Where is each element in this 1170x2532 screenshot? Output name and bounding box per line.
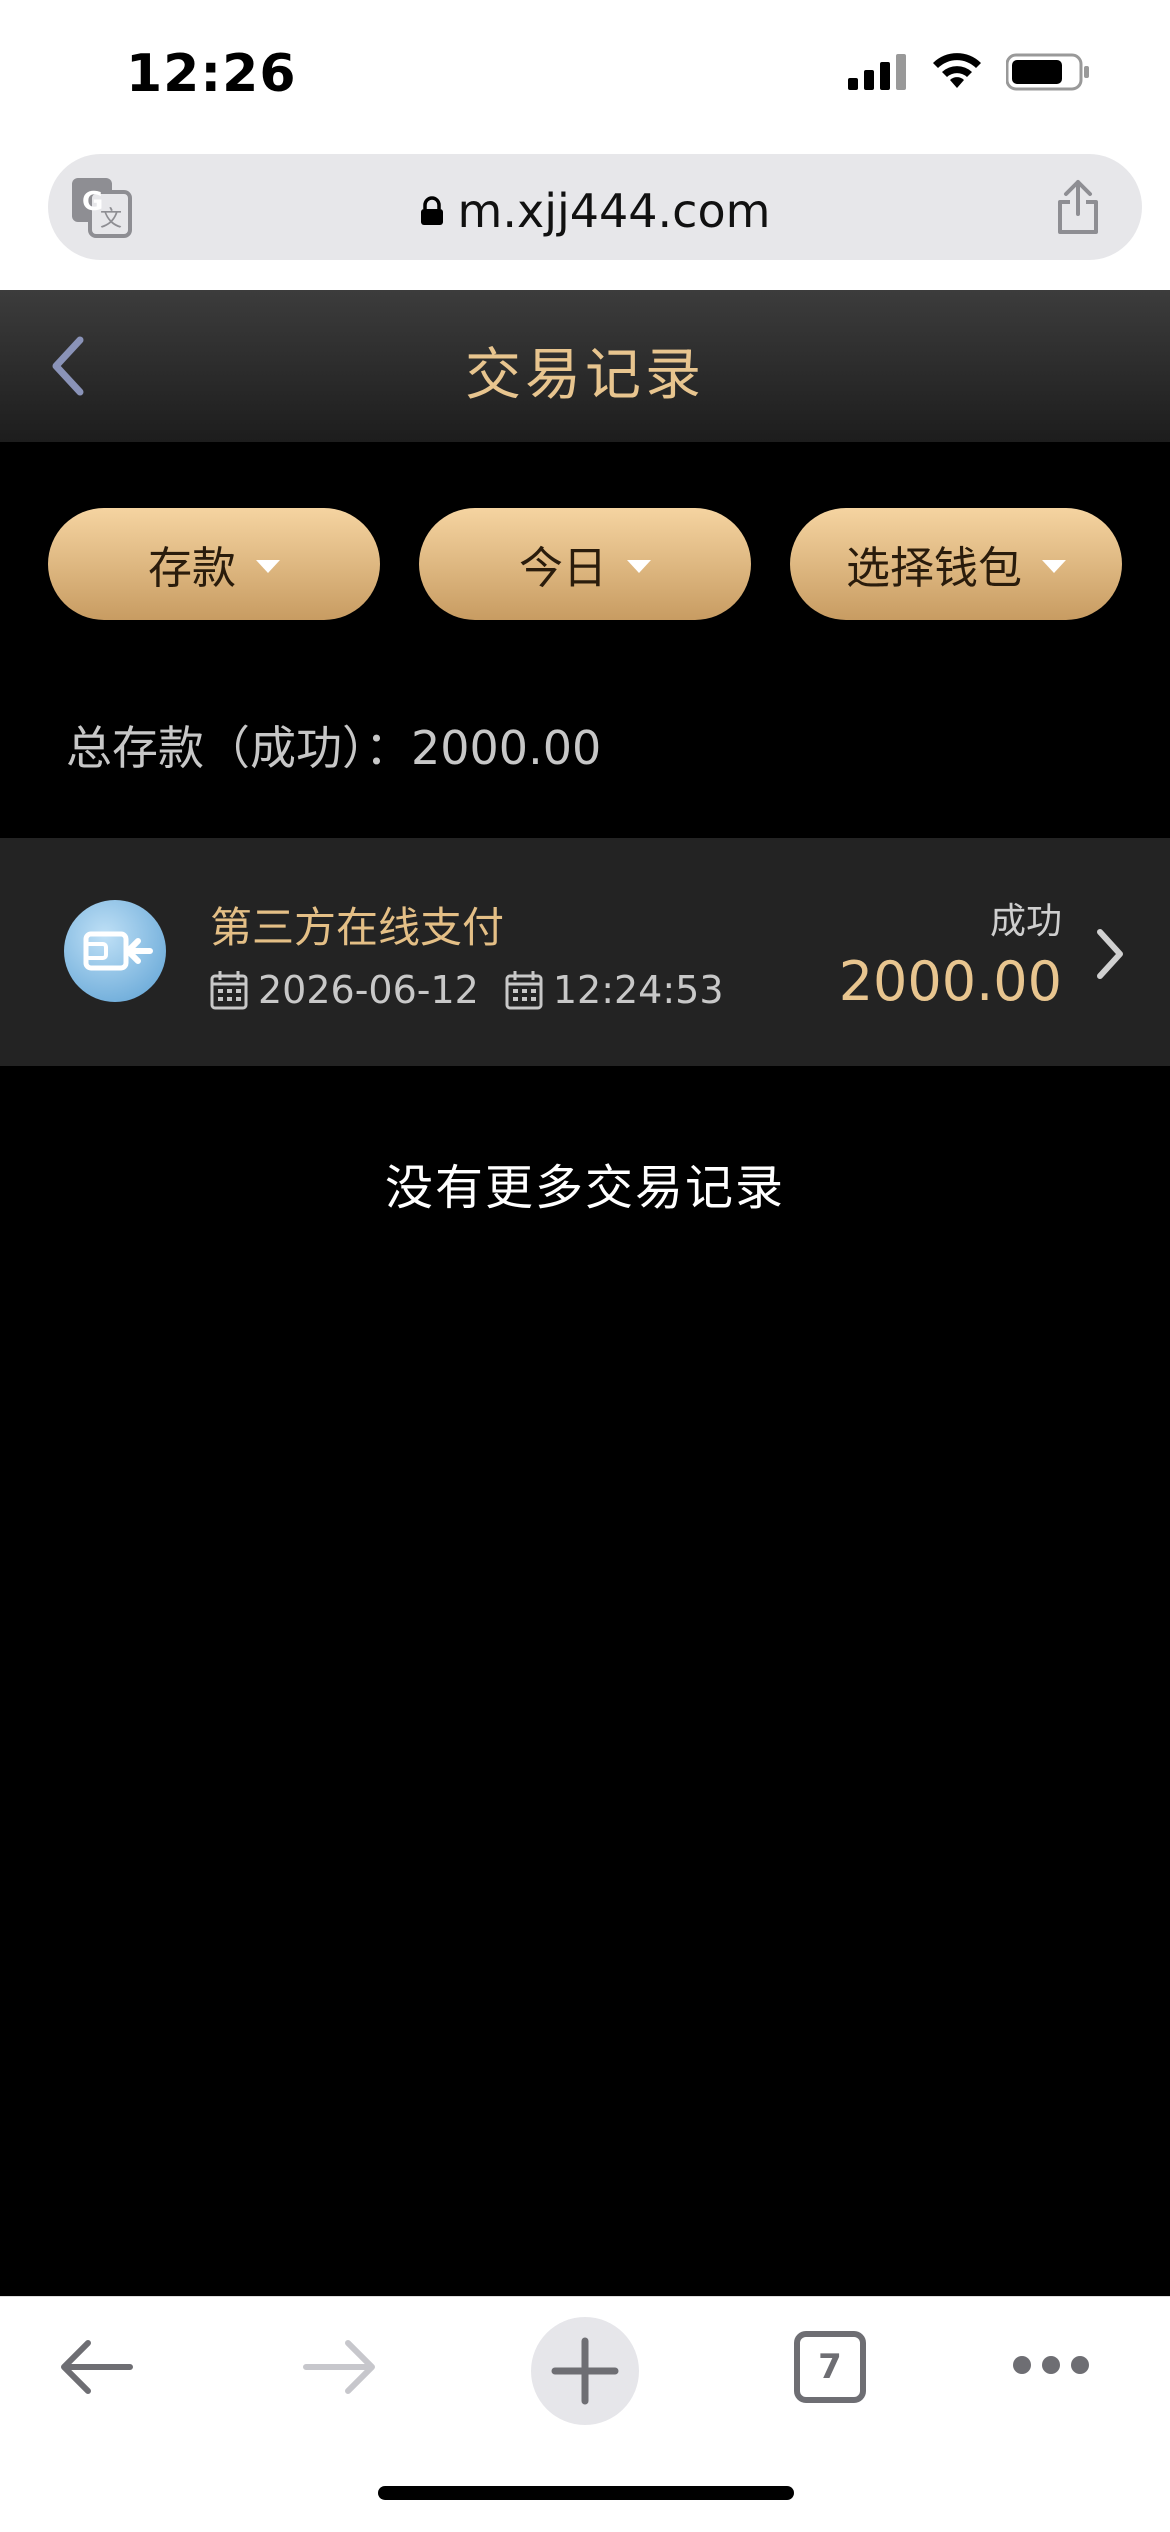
browser-forward-icon[interactable] xyxy=(302,2337,378,2397)
filter-wallet-label: 选择钱包 xyxy=(846,543,1022,594)
tab-switcher-button[interactable]: 7 xyxy=(794,2331,866,2403)
calendar-icon xyxy=(210,971,248,1010)
transaction-status: 成功 xyxy=(989,901,1062,942)
wallet-transfer-icon xyxy=(83,931,153,971)
filter-type-dropdown[interactable]: 存款 xyxy=(48,508,380,620)
filter-type-label: 存款 xyxy=(148,543,236,594)
wifi-icon xyxy=(933,53,981,88)
filter-date-dropdown[interactable]: 今日 xyxy=(419,508,751,620)
calendar-icon xyxy=(505,971,543,1010)
transaction-time: 12:24:53 xyxy=(552,968,724,1012)
cellular-signal-icon xyxy=(848,54,906,90)
chevron-right-icon xyxy=(1097,929,1123,979)
status-time: 12:26 xyxy=(126,44,297,104)
no-more-records-text: 没有更多交易记录 xyxy=(384,1160,785,1216)
deposit-summary: 总存款（成功）：2000.00 xyxy=(66,721,602,775)
plus-icon xyxy=(551,2337,619,2405)
browser-back-icon[interactable] xyxy=(58,2337,134,2397)
url-display[interactable]: m.xjj444.com xyxy=(48,184,1142,238)
tab-count: 7 xyxy=(818,2347,842,2387)
home-indicator xyxy=(378,2486,794,2500)
status-icons xyxy=(848,52,1092,92)
app-header: 交易记录 xyxy=(0,290,1170,442)
caret-down-icon xyxy=(256,559,280,573)
address-bar[interactable]: G 文 m.xjj444.com xyxy=(48,154,1142,260)
browser-address-area: G 文 m.xjj444.com xyxy=(0,146,1170,290)
share-icon[interactable] xyxy=(1054,178,1102,236)
battery-icon xyxy=(1006,53,1089,91)
transaction-amount: 2000.00 xyxy=(838,950,1062,1013)
transaction-date: 2026-06-12 xyxy=(258,968,479,1012)
transaction-row[interactable]: 第三方在线支付 2026-06-12 12:24:53 成功 2000.00 xyxy=(0,838,1170,1066)
more-menu-icon[interactable] xyxy=(1010,2353,1092,2377)
transaction-title: 第三方在线支付 xyxy=(210,903,505,952)
page-title: 交易记录 xyxy=(465,343,705,408)
payment-method-icon xyxy=(64,900,166,1002)
transaction-datetime: 2026-06-12 12:24:53 xyxy=(210,968,724,1012)
filter-wallet-dropdown[interactable]: 选择钱包 xyxy=(790,508,1122,620)
caret-down-icon xyxy=(627,559,651,573)
lock-icon xyxy=(420,195,443,225)
url-text: m.xjj444.com xyxy=(457,184,771,238)
filter-date-label: 今日 xyxy=(519,543,607,594)
caret-down-icon xyxy=(1042,559,1066,573)
new-tab-button[interactable] xyxy=(531,2317,639,2425)
status-bar: 12:26 xyxy=(0,0,1170,146)
